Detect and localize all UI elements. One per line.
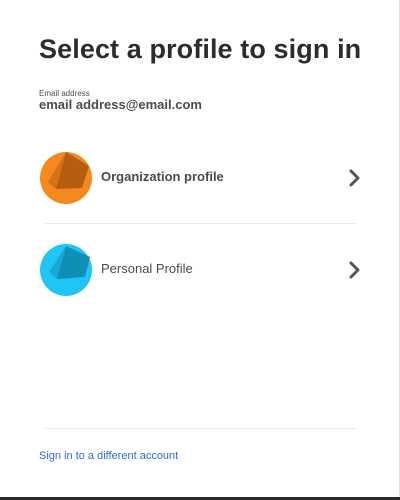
chevron-right-icon <box>348 168 362 188</box>
organization-avatar-icon <box>40 152 92 204</box>
organization-profile-option[interactable]: Organization profile <box>30 143 364 213</box>
page-title: Select a profile to sign in <box>39 34 362 64</box>
divider <box>45 223 356 224</box>
personal-profile-option[interactable]: Personal Profile <box>30 235 364 305</box>
email-value: email address@email.com <box>39 97 202 112</box>
personal-avatar-icon <box>40 244 92 296</box>
sign-in-different-account-link[interactable]: Sign in to a different account <box>39 450 178 462</box>
personal-profile-label: Personal Profile <box>101 261 193 276</box>
sign-in-panel: Select a profile to sign in Email addres… <box>0 0 400 500</box>
chevron-right-icon <box>348 260 362 280</box>
divider <box>45 428 356 429</box>
organization-profile-label: Organization profile <box>101 169 224 184</box>
